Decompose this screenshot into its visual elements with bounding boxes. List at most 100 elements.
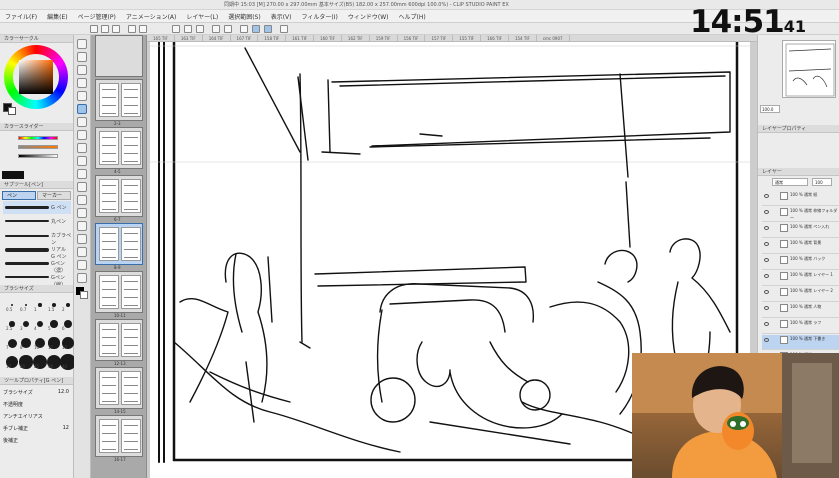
canvas-tab[interactable]: cmc 0907 [537, 35, 570, 41]
redo-icon[interactable] [139, 25, 147, 33]
brush-size-preset[interactable] [36, 320, 44, 328]
menu-filter[interactable]: フィルター(I) [297, 12, 343, 21]
sub-tool-tab-pen[interactable]: ペン [2, 191, 36, 200]
layer-row[interactable]: 100 % 通常 バック [762, 255, 839, 270]
menu-select[interactable]: 選択範囲(S) [223, 12, 266, 21]
saturation-slider[interactable] [18, 145, 58, 149]
brush-size-preset[interactable] [63, 319, 73, 329]
blend-tool-icon[interactable] [77, 169, 87, 179]
layer-visibility-icon[interactable] [764, 194, 769, 198]
color-wheel[interactable] [4, 45, 68, 109]
canvas-tab[interactable]: 161 TIF [286, 35, 315, 41]
sub-tool-tab-marker[interactable]: マーカー [37, 191, 71, 200]
property-post-correction[interactable]: 後補正 [3, 437, 71, 447]
eraser-tool-icon[interactable] [77, 156, 87, 166]
ruler-tool-icon[interactable] [77, 234, 87, 244]
brush-item[interactable]: Gペン（濃） [3, 257, 71, 274]
value-slider[interactable] [18, 154, 58, 158]
brush-item[interactable]: リアル G ペン [3, 243, 71, 260]
pen-tool-icon[interactable] [77, 104, 87, 114]
canvas-tab[interactable]: 166 TIF [481, 35, 509, 41]
eyedropper-tool-icon[interactable] [77, 91, 87, 101]
canvas-tab[interactable]: 155 TIF [453, 35, 482, 41]
invert-selection-icon[interactable] [224, 25, 232, 33]
page-thumbnail[interactable]: 8-9 [95, 223, 143, 270]
canvas-tab[interactable]: 164 TIF [203, 35, 231, 41]
saturation-value-square[interactable] [19, 60, 53, 94]
open-icon[interactable] [101, 25, 109, 33]
page-thumbnail[interactable]: 4-5 [95, 127, 143, 174]
canvas-tab[interactable]: 157 TIF [425, 35, 454, 41]
brush-tool-icon[interactable] [77, 130, 87, 140]
select-tool-icon[interactable] [77, 65, 87, 75]
preview-icon[interactable] [280, 25, 288, 33]
figure-tool-icon[interactable] [77, 208, 87, 218]
layer-visibility-icon[interactable] [764, 210, 769, 214]
color-set-bar[interactable] [2, 171, 24, 179]
layer-visibility-icon[interactable] [764, 290, 769, 294]
canvas-tab[interactable]: 163 TIF [175, 35, 203, 41]
canvas-tab[interactable]: 156 TIF [398, 35, 426, 41]
brush-size-preset[interactable] [24, 303, 28, 307]
airbrush-tool-icon[interactable] [77, 143, 87, 153]
brush-size-preset[interactable] [11, 304, 13, 306]
brush-item[interactable]: 丸ペン [3, 215, 71, 228]
page-thumbnail[interactable]: 16-17 [95, 415, 143, 462]
hue-slider[interactable] [18, 136, 58, 140]
pencil-tool-icon[interactable] [77, 117, 87, 127]
page-thumbnail[interactable]: 2-3 [95, 79, 143, 126]
gradient-tool-icon[interactable] [77, 195, 87, 205]
fill-tool-icon[interactable] [77, 182, 87, 192]
sub-color-chip[interactable] [80, 291, 88, 299]
layer-visibility-icon[interactable] [764, 258, 769, 262]
layer-row[interactable]: 100 % 通常 背景 [762, 239, 839, 254]
canvas-tab[interactable]: 165 TIF [147, 35, 175, 41]
canvas-tab[interactable]: 154 TIF [509, 35, 537, 41]
deselect-icon[interactable] [212, 25, 220, 33]
fill-icon[interactable] [184, 25, 192, 33]
layer-visibility-icon[interactable] [764, 226, 769, 230]
blend-mode-select[interactable]: 通常 [772, 178, 808, 186]
menu-edit[interactable]: 編集(E) [42, 12, 72, 21]
layer-row[interactable]: 100 % 通常 レイヤー 1 [762, 271, 839, 286]
brush-item[interactable]: G ペン [3, 201, 71, 214]
move-tool-icon[interactable] [77, 52, 87, 62]
snap-grid-icon[interactable] [264, 25, 272, 33]
layer-visibility-icon[interactable] [764, 338, 769, 342]
layer-visibility-icon[interactable] [764, 322, 769, 326]
page-thumbnail[interactable] [95, 35, 143, 77]
menu-layer[interactable]: レイヤー(L) [181, 12, 223, 21]
canvas-tab[interactable]: 167 TIF [231, 35, 259, 41]
brush-size-preset[interactable] [65, 302, 71, 308]
layer-visibility-icon[interactable] [764, 242, 769, 246]
page-thumbnail[interactable]: 10-11 [95, 271, 143, 318]
menu-view[interactable]: 表示(V) [266, 12, 297, 21]
property-brush-size[interactable]: ブラシサイズ 12.0 [3, 389, 71, 399]
menu-help[interactable]: ヘルプ(H) [393, 12, 430, 21]
save-icon[interactable] [112, 25, 120, 33]
layer-row[interactable]: 100 % 通常 人物 [762, 303, 839, 318]
property-antialias[interactable]: アンチエイリアス [3, 413, 71, 423]
navigator-zoom[interactable]: 100.0 [760, 105, 780, 113]
page-thumbnail[interactable]: 6-7 [95, 175, 143, 222]
page-thumbnail[interactable]: 12-13 [95, 319, 143, 366]
brush-item[interactable]: Gペン（線） [3, 271, 71, 288]
canvas-tab[interactable]: 160 TIF [314, 35, 342, 41]
sub-color-swatch[interactable] [8, 107, 16, 115]
layer-row[interactable]: 100 % 通常 紙 [762, 191, 839, 206]
snap-ruler-icon[interactable] [240, 25, 248, 33]
menu-animation[interactable]: アニメーション(A) [121, 12, 182, 21]
text-tool-icon[interactable] [77, 247, 87, 257]
brush-size-preset[interactable] [50, 320, 58, 328]
brush-size-preset[interactable] [38, 303, 42, 307]
opacity-field[interactable]: 100 [812, 178, 832, 186]
undo-icon[interactable] [128, 25, 136, 33]
new-icon[interactable] [90, 25, 98, 33]
brush-item[interactable]: カブラペン [3, 229, 71, 246]
page-thumbnail[interactable]: 14-15 [95, 367, 143, 414]
layer-visibility-icon[interactable] [764, 274, 769, 278]
menu-page[interactable]: ページ管理(P) [73, 12, 121, 21]
layer-row[interactable]: 100 % 通常 ラフ [762, 319, 839, 334]
transform-icon[interactable] [196, 25, 204, 33]
navigator-preview[interactable] [782, 40, 836, 98]
